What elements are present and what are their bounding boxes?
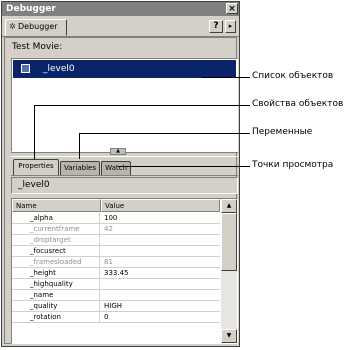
panel-tabstrip: ✲ Debugger ? ▸ [2,16,239,37]
table-row[interactable]: _alpha 100 [12,213,220,224]
property-value[interactable] [101,279,220,290]
property-value[interactable]: 333.45 [101,268,220,279]
inspector-tabs: Properties Variables Watch [11,159,238,176]
property-name: _framesloaded [12,257,100,268]
help-button[interactable]: ? [209,20,223,33]
table-row[interactable]: _droptarget [12,235,220,246]
scroll-thumb[interactable] [221,213,237,271]
movieclip-icon [21,64,30,73]
property-value[interactable]: 100 [101,213,220,224]
callout-variables: Переменные [252,127,313,137]
table-row[interactable]: _highquality [12,279,220,290]
test-movie-label: Test Movie: [12,42,63,52]
property-value[interactable]: HIGH [101,301,220,312]
callout-line-watch [118,166,250,167]
property-name: _droptarget [12,235,100,246]
property-value: 81 [104,258,113,266]
property-name: _focusrect [12,246,100,257]
table-row[interactable]: _focusrect [12,246,220,257]
bug-icon: ✲ [9,22,16,31]
grid-header: Name Value [12,199,220,212]
table-row[interactable]: _height 333.45 [12,268,220,279]
debugger-panel: Debugger × ✲ Debugger ? ▸ Test Movie: _le… [1,1,240,347]
list-item-label: _level0 [43,64,75,74]
table-row[interactable]: _framesloaded 81 [12,257,220,268]
window-titlebar[interactable]: Debugger × [2,2,239,16]
close-button[interactable]: × [226,3,238,14]
tab-properties[interactable]: Properties [13,159,59,175]
property-name: _height [12,268,100,279]
property-value[interactable]: 0 [101,312,220,323]
property-name: _alpha [12,213,100,224]
property-name: _currentframe [12,224,100,235]
object-path-field: _level0 [11,177,238,194]
table-row[interactable]: _currentframe 42 [12,224,220,235]
column-header-value[interactable]: Value [101,199,220,212]
property-value[interactable] [101,290,220,301]
callout-watch-points: Точки просмотра [252,160,334,170]
property-name: _highquality [12,279,100,290]
property-name: _name [12,290,100,301]
list-item-level0[interactable]: _level0 [13,60,236,78]
scroll-down-icon[interactable]: ▼ [221,329,237,343]
callout-line-properties-vertical [34,105,35,159]
property-value: 42 [104,225,113,233]
property-value [101,235,220,246]
property-name: _rotation [12,312,100,323]
tab-watch[interactable]: Watch [101,161,131,175]
window-title: Debugger [6,4,56,14]
callout-line-object-list [202,77,250,78]
table-row[interactable]: _quality HIGH [12,301,220,312]
callout-line-variables-vertical [79,133,80,159]
table-row[interactable]: _name [12,290,220,301]
property-name: _quality [12,301,100,312]
property-value[interactable] [101,246,220,257]
callout-line-variables [79,133,250,134]
vertical-scrollbar[interactable]: ▲ ▼ [221,199,237,343]
panel-menu-button[interactable]: ▸ [225,20,236,33]
tab-debugger-label: Debugger [18,22,58,31]
table-row[interactable]: _rotation 0 [12,312,220,323]
column-header-name[interactable]: Name [12,199,101,212]
properties-grid[interactable]: Name Value _alpha 100 _currentframe 42 _… [11,198,238,344]
callout-object-properties: Свойства объектов [252,99,344,109]
tab-debugger[interactable]: ✲ Debugger [5,19,67,36]
callout-line-properties [34,105,250,106]
callout-object-list: Список объектов [252,71,334,81]
scroll-up-icon[interactable]: ▲ [221,199,237,213]
tab-variables[interactable]: Variables [60,161,100,175]
splitter-handle-icon[interactable]: ▲ [110,148,126,155]
